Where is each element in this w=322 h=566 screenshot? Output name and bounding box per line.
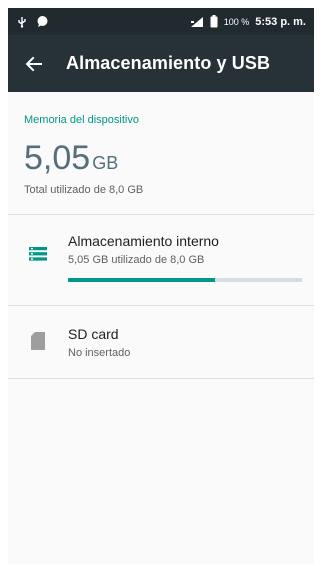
sd-card-title: SD card — [68, 326, 119, 342]
storage-progress-fill — [68, 278, 216, 282]
back-arrow-icon[interactable] — [22, 52, 46, 76]
usb-icon — [16, 16, 28, 28]
used-unit: GB — [92, 153, 119, 173]
battery-icon — [210, 15, 218, 28]
storage-summary: 5,05 GB Total utilizado de 8,0 GB — [8, 126, 314, 196]
page-title: Almacenamiento y USB — [66, 53, 271, 73]
used-value: 5,05 — [24, 139, 91, 177]
signal-icon — [190, 16, 204, 28]
total-used-label: Total utilizado de 8,0 GB — [24, 184, 144, 196]
list-item-sd-card[interactable]: SD card No insertado — [8, 306, 314, 378]
sd-card-icon — [31, 332, 45, 350]
app-bar: Almacenamiento y USB — [8, 35, 314, 92]
storage-progress-bar — [68, 278, 302, 282]
clock: 5:53 p. m. — [255, 15, 306, 28]
storage-icon — [29, 247, 47, 261]
internal-storage-title: Almacenamiento interno — [68, 233, 219, 249]
chat-bubble-icon — [36, 15, 49, 28]
sd-card-status: No insertado — [68, 347, 131, 359]
screen: 100 % 5:53 p. m. Almacenamiento y USB Me… — [8, 8, 314, 564]
battery-percent: 100 % — [223, 16, 250, 27]
internal-storage-usage: 5,05 GB utilizado de 8,0 GB — [68, 254, 205, 266]
section-header: Memoria del dispositivo — [24, 114, 139, 126]
status-bar: 100 % 5:53 p. m. — [8, 8, 314, 35]
divider — [8, 378, 314, 379]
list-item-internal-storage[interactable]: Almacenamiento interno 5,05 GB utilizado… — [8, 215, 314, 305]
